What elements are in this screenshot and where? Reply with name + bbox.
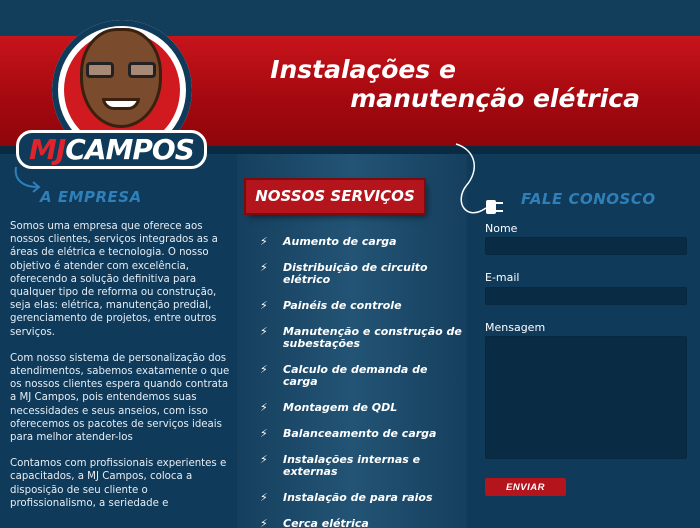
service-item-label: Aumento de carga: [283, 235, 397, 248]
service-item[interactable]: ⚡ Cerca elétrica: [258, 518, 463, 528]
services-list: ⚡ Aumento de carga ⚡ Distribuição de circu…: [258, 236, 463, 528]
service-item[interactable]: ⚡ Montagem de QDL: [258, 402, 463, 414]
header-tagline: Instalações e manutenção elétrica: [270, 55, 640, 113]
service-item[interactable]: ⚡ Instalações internas e externas: [258, 454, 463, 478]
lightning-icon: ⚡: [260, 491, 268, 504]
service-item[interactable]: ⚡ Manutenção e construção de subestações: [258, 326, 463, 350]
lightning-icon: ⚡: [260, 363, 268, 376]
services-header: NOSSOS SERVIÇOS: [246, 180, 424, 213]
email-label: E-mail: [485, 271, 520, 284]
lightning-icon: ⚡: [260, 261, 268, 274]
logo-wordmark-mj: MJ: [29, 133, 66, 166]
name-label: Nome: [485, 222, 518, 235]
service-item[interactable]: ⚡ Instalação de para raios: [258, 492, 463, 504]
empresa-title: A EMPRESA: [40, 188, 142, 206]
send-button[interactable]: ENVIAR: [485, 478, 566, 496]
service-item[interactable]: ⚡ Aumento de carga: [258, 236, 463, 248]
service-item[interactable]: ⚡ Balanceamento de carga: [258, 428, 463, 440]
service-item-label: Instalações internas e externas: [283, 453, 421, 478]
tagline-line-1: Instalações e: [270, 55, 456, 84]
service-item[interactable]: ⚡ Painéis de controle: [258, 300, 463, 312]
service-item-label: Painéis de controle: [283, 299, 402, 312]
services-title: NOSSOS SERVIÇOS: [255, 187, 415, 205]
service-item-label: Montagem de QDL: [283, 401, 398, 414]
message-textarea[interactable]: [485, 336, 687, 459]
logo[interactable]: MJCAMPOS: [16, 10, 225, 170]
service-item-label: Instalação de para raios: [283, 491, 433, 504]
curved-arrow-icon: [14, 166, 41, 193]
email-input[interactable]: [485, 287, 687, 305]
service-item[interactable]: ⚡ Calculo de demanda de carga: [258, 364, 463, 388]
lightning-icon: ⚡: [260, 401, 268, 414]
lightning-icon: ⚡: [260, 427, 268, 440]
empresa-paragraph: Somos uma empresa que oferece aos nossos…: [10, 221, 218, 338]
mascot-glasses-icon: [84, 62, 158, 78]
name-input[interactable]: [485, 237, 687, 255]
mascot-mouth-icon: [102, 98, 140, 110]
empresa-paragraph: Contamos com profissionais experientes e…: [10, 458, 227, 509]
service-item[interactable]: ⚡ Distribuição de circuito elétrico: [258, 262, 463, 286]
mascot-face-icon: [80, 28, 162, 128]
empresa-paragraph: Com nosso sistema de personalização dos …: [10, 352, 230, 444]
service-item-label: Balanceamento de carga: [283, 427, 437, 440]
logo-wordmark-rest: CAMPOS: [65, 133, 195, 166]
power-cable-icon: [455, 143, 503, 214]
service-item-label: Manutenção e construção de subestações: [283, 325, 462, 350]
service-item-label: Distribuição de circuito elétrico: [283, 261, 428, 286]
logo-wordmark: MJCAMPOS: [16, 130, 207, 169]
lightning-icon: ⚡: [260, 453, 268, 466]
service-item-label: Cerca elétrica: [283, 517, 369, 528]
message-label: Mensagem: [485, 321, 546, 334]
lightning-icon: ⚡: [260, 235, 268, 248]
service-item-label: Calculo de demanda de carga: [283, 363, 428, 388]
lightning-icon: ⚡: [260, 325, 268, 338]
lightning-icon: ⚡: [260, 517, 268, 528]
lightning-icon: ⚡: [260, 299, 268, 312]
empresa-text: Somos uma empresa que oferece aos nossos…: [10, 220, 232, 523]
tagline-line-2: manutenção elétrica: [350, 84, 640, 113]
contact-title: FALE CONOSCO: [521, 190, 656, 208]
